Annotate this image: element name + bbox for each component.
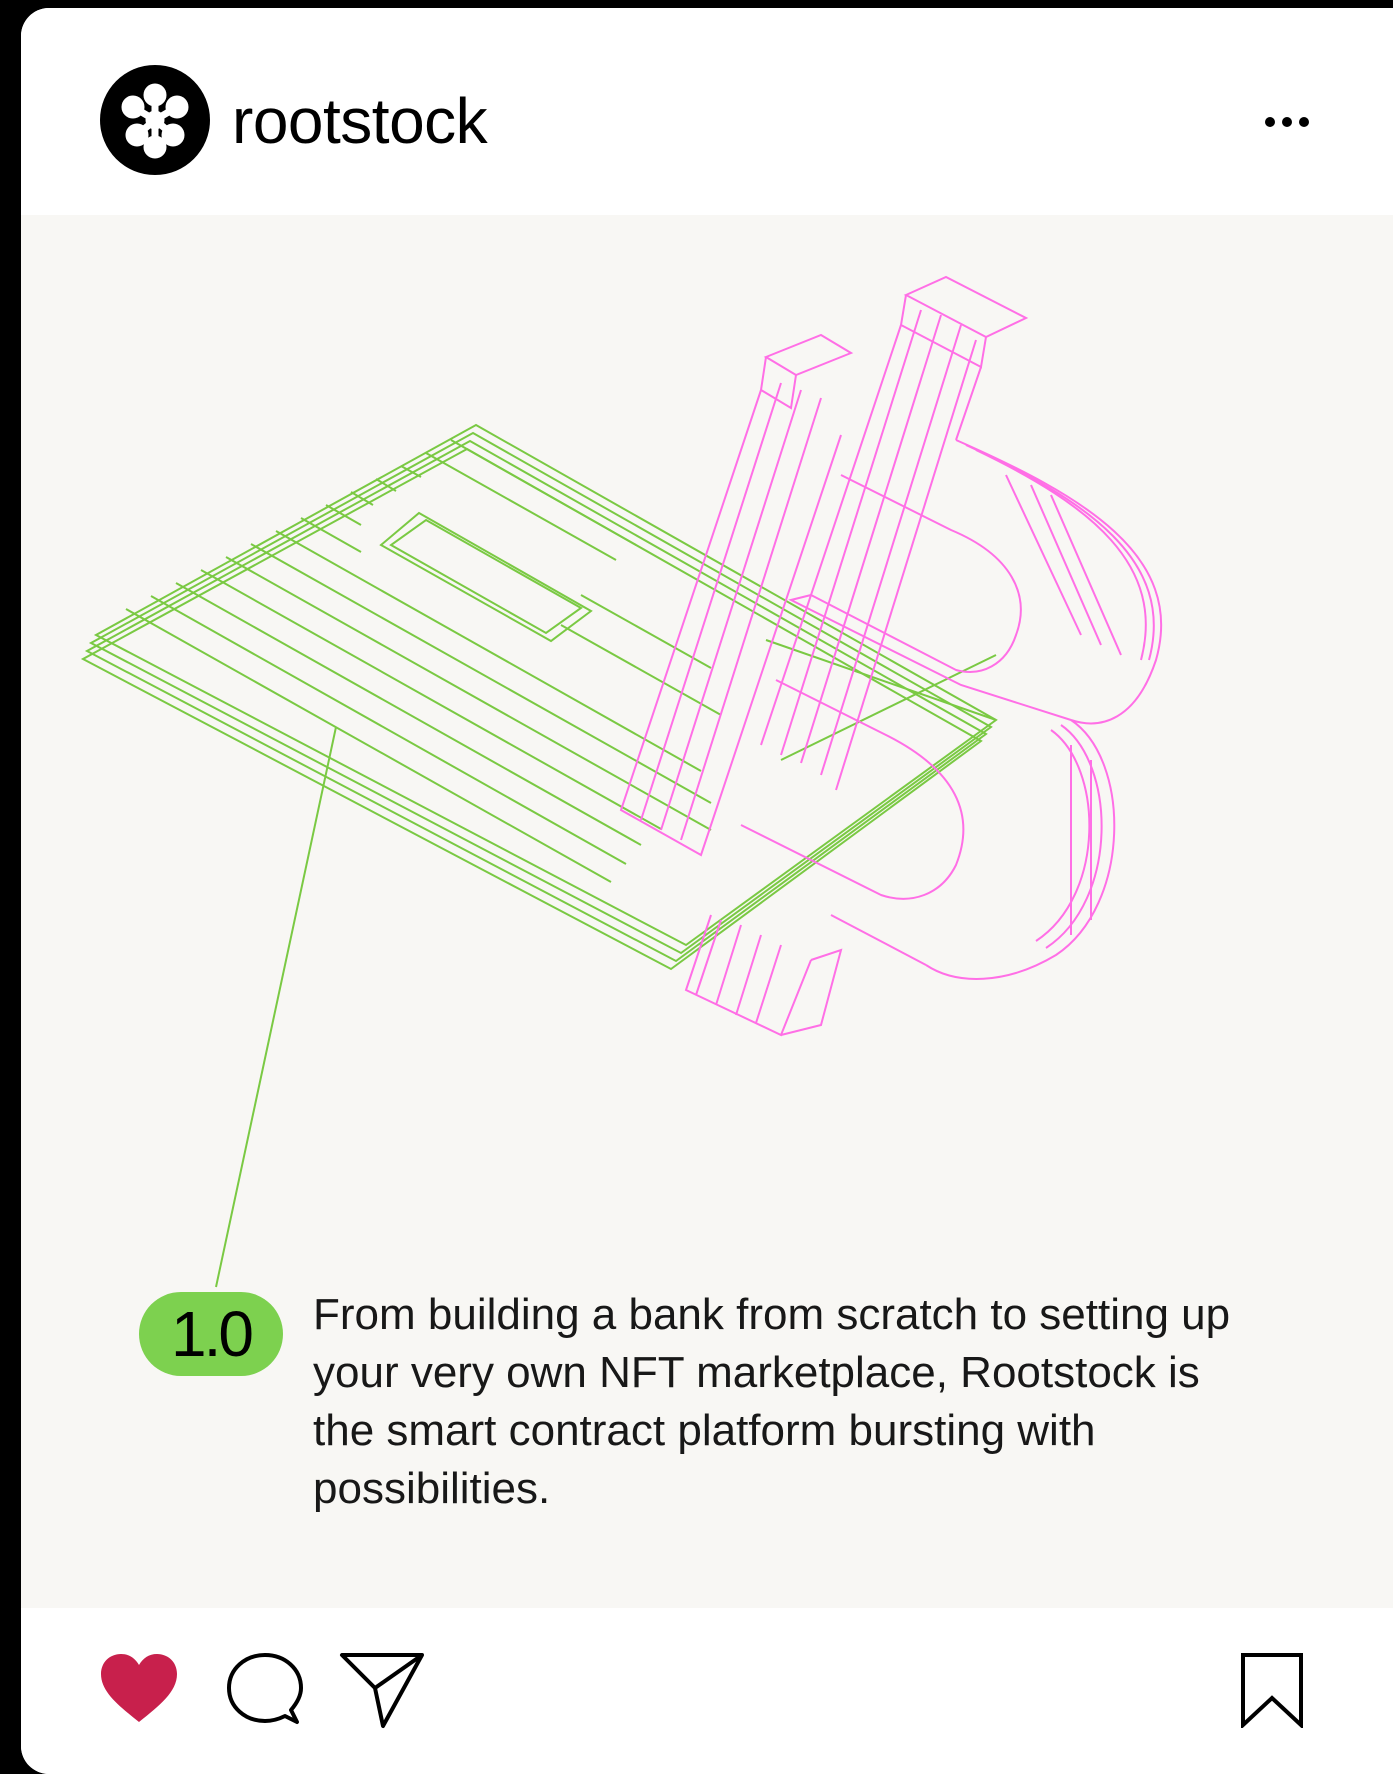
more-options-button[interactable] bbox=[1257, 100, 1317, 140]
post-caption: From building a bank from scratch to set… bbox=[313, 1290, 1231, 1513]
instagram-post-card: rootstock 1.0 From building a bank from … bbox=[21, 8, 1393, 1774]
avatar[interactable] bbox=[100, 65, 210, 175]
more-dots-icon bbox=[1265, 117, 1309, 127]
send-icon[interactable] bbox=[339, 1650, 425, 1730]
rootstock-logo-icon bbox=[121, 83, 189, 159]
heart-icon[interactable] bbox=[99, 1652, 179, 1724]
step-badge: 1.0 bbox=[139, 1292, 283, 1376]
post-actions-bar bbox=[21, 1608, 1393, 1774]
bookmark-icon[interactable] bbox=[1239, 1652, 1305, 1728]
comment-icon[interactable] bbox=[225, 1652, 305, 1728]
post-header: rootstock bbox=[21, 8, 1393, 215]
post-image[interactable]: 1.0 From building a bank from scratch to… bbox=[21, 215, 1393, 1608]
username[interactable]: rootstock bbox=[232, 86, 488, 156]
